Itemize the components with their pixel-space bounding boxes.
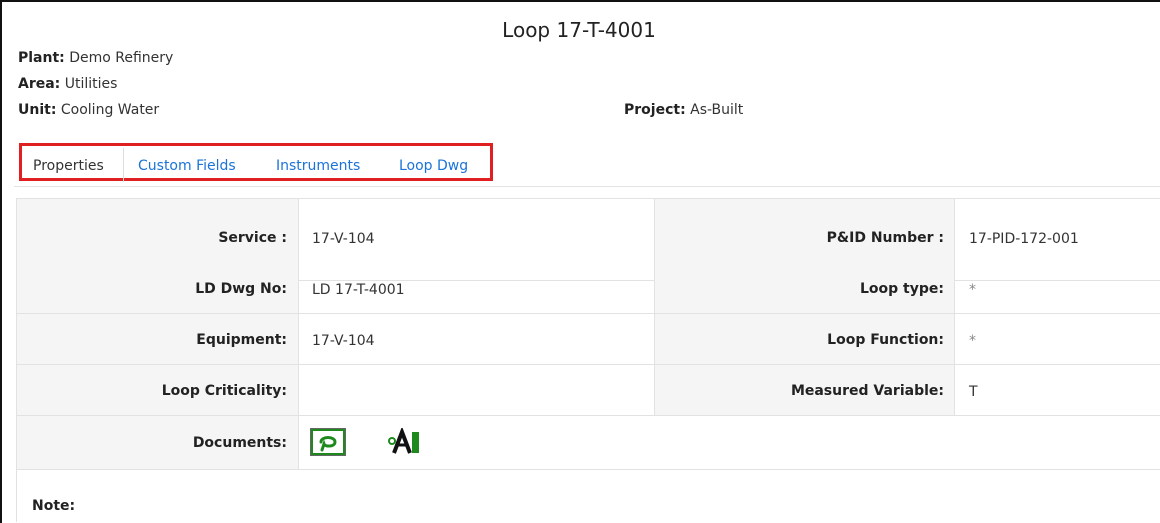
measured-variable-label: Measured Variable: — [790, 383, 944, 399]
table-row — [17, 265, 1160, 314]
loop-type-label: Loop type: — [860, 281, 944, 297]
tab-loop-dwg[interactable]: Loop Dwg — [399, 158, 468, 174]
tab-custom-fields[interactable]: Custom Fields — [138, 158, 236, 174]
area-label: Area: — [18, 76, 61, 92]
note-row — [17, 470, 1160, 521]
service-label: Service : — [218, 230, 287, 246]
table-row — [17, 416, 1160, 470]
autocad-drawing-icon[interactable] — [386, 426, 424, 456]
column-divider — [954, 199, 955, 415]
loop-function-label: Loop Function: — [827, 332, 944, 348]
documents-label: Documents: — [192, 435, 287, 451]
loop-type-value: * — [969, 282, 976, 298]
ld-dwg-no-label: LD Dwg No: — [195, 281, 287, 297]
area-value: Utilities — [64, 76, 118, 92]
column-divider — [654, 199, 655, 415]
equipment-label: Equipment: — [196, 332, 287, 348]
service-value: 17-V-104 — [312, 231, 375, 247]
project-info: Project: As-Built — [624, 102, 743, 118]
tab-properties[interactable]: Properties — [33, 158, 104, 174]
unit-info: Unit: Cooling Water — [18, 102, 159, 118]
unit-label: Unit: — [18, 102, 57, 118]
measured-variable-value: T — [969, 384, 978, 400]
pid-number-label: P&ID Number : — [826, 230, 944, 246]
active-tab-divider — [123, 148, 124, 182]
project-value: As-Built — [690, 102, 744, 118]
area-info: Area: Utilities — [18, 76, 117, 92]
tabs-underline — [14, 186, 1160, 187]
loop-function-value: * — [969, 333, 976, 349]
table-row — [17, 314, 1160, 365]
loop-drawing-icon[interactable] — [310, 428, 346, 456]
loop-criticality-label: Loop Criticality: — [161, 383, 287, 399]
plant-label: Plant: — [18, 50, 65, 66]
plant-value: Demo Refinery — [69, 50, 174, 66]
plant-info: Plant: Demo Refinery — [18, 50, 173, 66]
unit-value: Cooling Water — [60, 102, 160, 118]
autocad-glyph — [388, 426, 419, 454]
loop-drawing-glyph — [311, 429, 345, 455]
ld-dwg-no-value: LD 17-T-4001 — [312, 282, 405, 298]
page-title: Loop 17-T-4001 — [502, 18, 656, 42]
pid-number-value: 17-PID-172-001 — [969, 231, 1079, 247]
column-divider — [298, 199, 299, 469]
equipment-value: 17-V-104 — [312, 333, 375, 349]
tab-instruments[interactable]: Instruments — [276, 158, 360, 174]
project-label: Project: — [624, 102, 686, 118]
note-label: Note: — [32, 498, 76, 514]
